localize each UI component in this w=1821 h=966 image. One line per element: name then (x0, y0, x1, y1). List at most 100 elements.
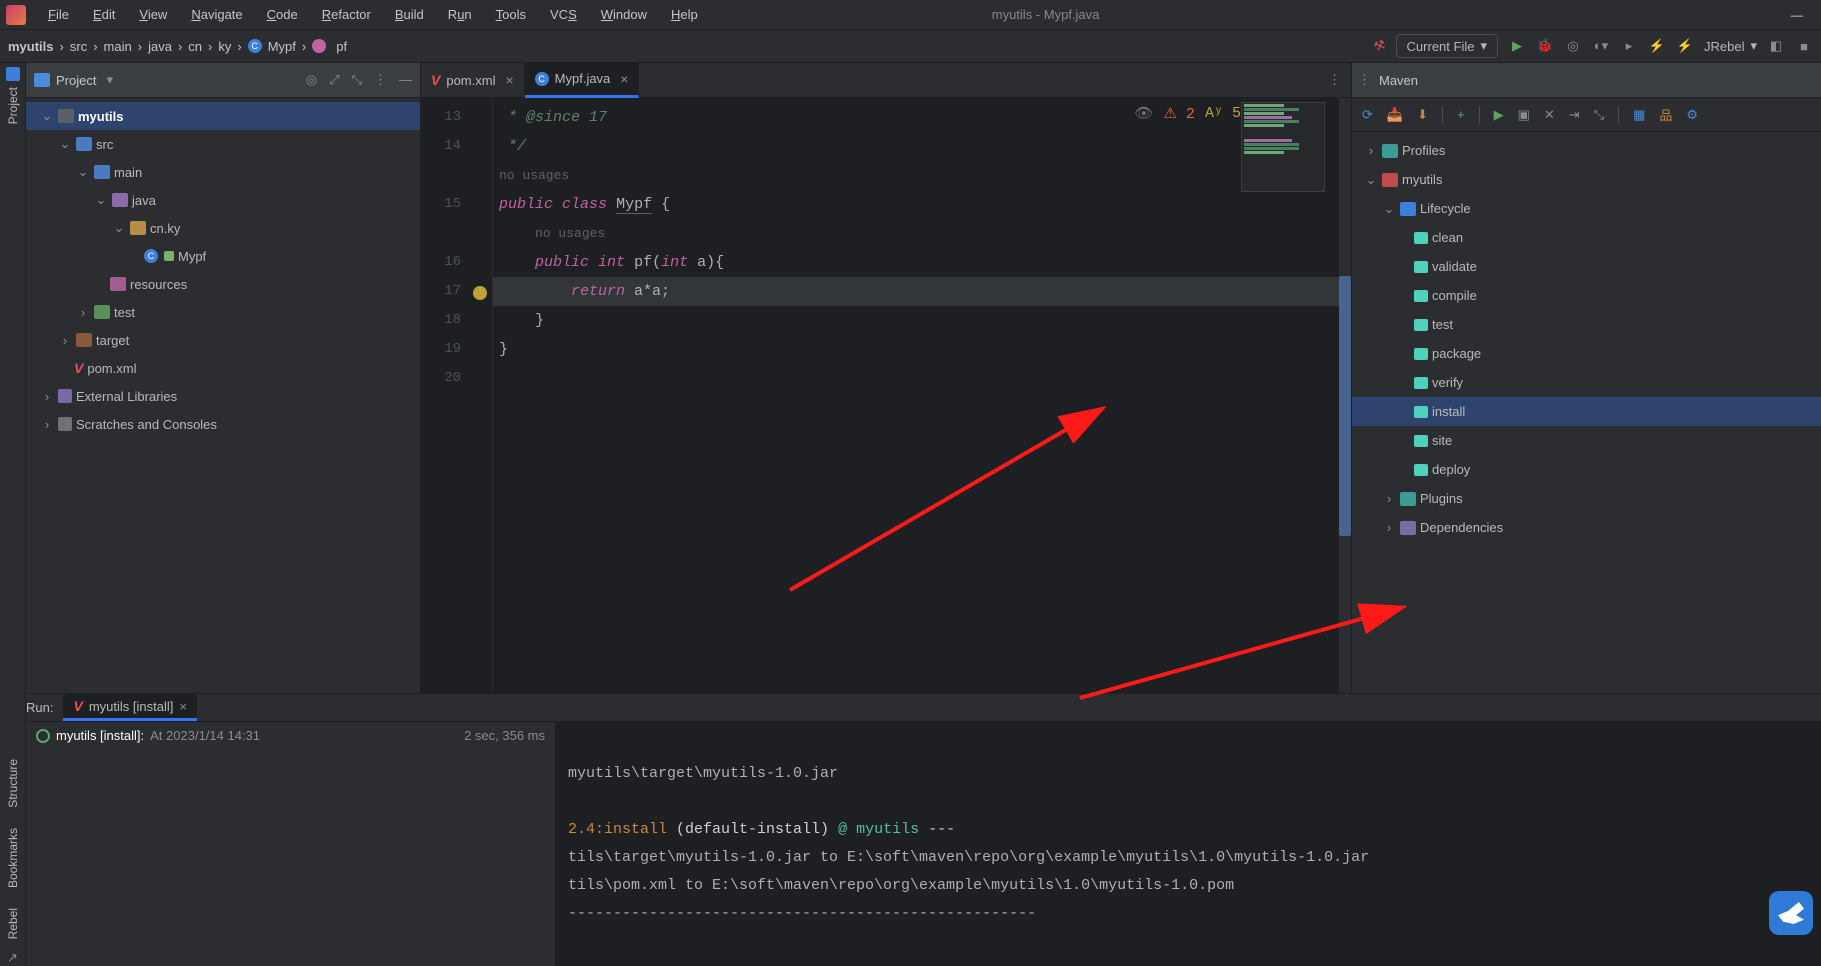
maven-settings-icon[interactable]: ⚙ (1686, 107, 1698, 123)
breadcrumb[interactable]: pf (312, 39, 347, 54)
maven-lifecycle[interactable]: ⌄ Lifecycle (1352, 194, 1821, 223)
skip-tests-icon[interactable]: ⇥ (1569, 107, 1580, 123)
minimap[interactable] (1241, 102, 1325, 192)
maven-goal-clean[interactable]: clean (1352, 223, 1821, 252)
maven-plugins[interactable]: › Plugins (1352, 484, 1821, 513)
show-diagram-icon[interactable]: ▦ (1633, 107, 1645, 123)
collapse-all-icon[interactable]: ⤡ (1594, 107, 1604, 123)
tree-resources[interactable]: resources (26, 270, 420, 298)
jrebel-debug-icon[interactable]: ⚡ (1676, 37, 1694, 55)
close-tab-icon[interactable]: × (179, 699, 187, 714)
run-maven-icon[interactable]: ▶ (1494, 107, 1504, 123)
breadcrumb[interactable]: CMypf (248, 39, 296, 54)
profile-icon[interactable]: ◐▾ (1592, 37, 1610, 55)
reload-icon[interactable]: ⟳ (1362, 107, 1373, 123)
debug-icon[interactable]: 🐞 (1536, 37, 1554, 55)
menu-view[interactable]: View (129, 3, 177, 26)
maven-goal-test[interactable]: test (1352, 310, 1821, 339)
maven-project[interactable]: ⌄ myutils (1352, 165, 1821, 194)
tree-scratches[interactable]: › Scratches and Consoles (26, 410, 420, 438)
tree-test[interactable]: › test (26, 298, 420, 326)
tree-external-libs[interactable]: › External Libraries (26, 382, 420, 410)
more-icon[interactable]: ⋮ (1358, 72, 1371, 88)
more-icon[interactable]: ⋮ (374, 72, 387, 88)
maven-profiles[interactable]: › Profiles (1352, 136, 1821, 165)
maven-goal-site[interactable]: site (1352, 426, 1821, 455)
structure-tool-label[interactable]: Structure (6, 759, 20, 808)
tree-package[interactable]: ⌄ cn.ky (26, 214, 420, 242)
collapse-icon[interactable]: ⤡ (352, 72, 362, 88)
more-actions-icon[interactable]: ▸ (1620, 37, 1638, 55)
code-editor[interactable]: * @since 17 */ no usages public class My… (493, 98, 1339, 693)
run-icon[interactable]: ▶ (1508, 37, 1526, 55)
reader-mode-icon[interactable]: 👁 (1134, 104, 1153, 123)
maven-goal-compile[interactable]: compile (1352, 281, 1821, 310)
menu-window[interactable]: Window (591, 3, 657, 26)
breadcrumb[interactable]: main (104, 39, 132, 54)
run-config-select[interactable]: Current File▾ (1396, 34, 1498, 58)
intention-bulb-icon[interactable] (473, 286, 487, 300)
fold-column[interactable] (471, 98, 493, 693)
editor-tab-mypf[interactable]: C Mypf.java × (525, 63, 640, 98)
menu-build[interactable]: Build (385, 3, 434, 26)
bookmarks-tool-label[interactable]: Bookmarks (6, 828, 20, 888)
menu-refactor[interactable]: Refactor (312, 3, 381, 26)
breadcrumb[interactable]: ky (218, 39, 231, 54)
jrebel-config-icon[interactable]: ◧ (1767, 37, 1785, 55)
editor-scrollbar[interactable] (1339, 98, 1351, 693)
close-tab-icon[interactable]: × (505, 72, 513, 88)
export-icon[interactable]: ↗ (7, 950, 18, 966)
add-icon[interactable]: + (1457, 107, 1465, 122)
maven-goal-validate[interactable]: validate (1352, 252, 1821, 281)
expand-icon[interactable]: ⤢ (329, 72, 339, 88)
editor-tab-pom[interactable]: V pom.xml × (421, 63, 525, 98)
tree-project-root[interactable]: ⌄ myutils (26, 102, 420, 130)
minimize-panel-icon[interactable]: — (399, 72, 412, 88)
tree-src[interactable]: ⌄ src (26, 130, 420, 158)
breadcrumb[interactable]: java (148, 39, 172, 54)
breadcrumb[interactable]: src (70, 39, 87, 54)
tree-main[interactable]: ⌄ main (26, 158, 420, 186)
breadcrumb[interactable]: cn (188, 39, 202, 54)
menu-edit[interactable]: Edit (83, 3, 125, 26)
toggle-offline-icon[interactable]: ✕ (1544, 107, 1555, 123)
execute-goal-icon[interactable]: ▣ (1518, 107, 1530, 123)
maven-goal-verify[interactable]: verify (1352, 368, 1821, 397)
build-icon[interactable]: ⚒ (1372, 36, 1388, 55)
coverage-icon[interactable]: ◎ (1564, 37, 1582, 55)
maven-goal-deploy[interactable]: deploy (1352, 455, 1821, 484)
close-tab-icon[interactable]: × (620, 71, 628, 87)
menu-tools[interactable]: Tools (486, 3, 536, 26)
menu-navigate[interactable]: Navigate (181, 3, 252, 26)
target-icon[interactable]: ◎ (306, 72, 317, 88)
maven-goal-install[interactable]: install (1352, 397, 1821, 426)
tree-pom[interactable]: V pom.xml (26, 354, 420, 382)
run-tab[interactable]: V myutils [install] × (63, 694, 196, 721)
tree-target[interactable]: › target (26, 326, 420, 354)
menu-run[interactable]: Run (438, 3, 482, 26)
menu-help[interactable]: Help (661, 3, 708, 26)
run-console[interactable]: myutils\target\myutils-1.0.jar 2.4:insta… (556, 722, 1821, 966)
tree-class-mypf[interactable]: C Mypf (26, 242, 420, 270)
rebel-tool-label[interactable]: Rebel (6, 908, 20, 939)
project-tool-label[interactable]: Project (6, 87, 20, 124)
assistant-bird-icon[interactable] (1769, 891, 1813, 935)
jrebel-run-icon[interactable]: ⚡ (1648, 37, 1666, 55)
show-deps-icon[interactable]: 品 (1659, 105, 1672, 124)
menu-file[interactable]: File (38, 3, 79, 26)
editor-more-icon[interactable]: ⋮ (1328, 72, 1341, 88)
maven-goal-package[interactable]: package (1352, 339, 1821, 368)
generate-sources-icon[interactable]: 📥 (1387, 107, 1403, 123)
stop-icon[interactable]: ■ (1795, 37, 1813, 55)
jrebel-dropdown[interactable]: JRebel ▾ (1704, 38, 1757, 54)
download-sources-icon[interactable]: ⬇ (1417, 107, 1428, 123)
minimize-icon[interactable]: – (1791, 10, 1803, 20)
project-tool-icon[interactable] (6, 67, 20, 81)
run-entry[interactable]: myutils [install]: At 2023/1/14 14:31 2 … (36, 728, 545, 743)
menu-vcs[interactable]: VCS (540, 3, 587, 26)
maven-deps[interactable]: › Dependencies (1352, 513, 1821, 542)
breadcrumb[interactable]: myutils (8, 39, 54, 54)
tree-java[interactable]: ⌄ java (26, 186, 420, 214)
chevron-down-icon[interactable]: ▾ (106, 72, 113, 88)
menu-code[interactable]: Code (257, 3, 308, 26)
